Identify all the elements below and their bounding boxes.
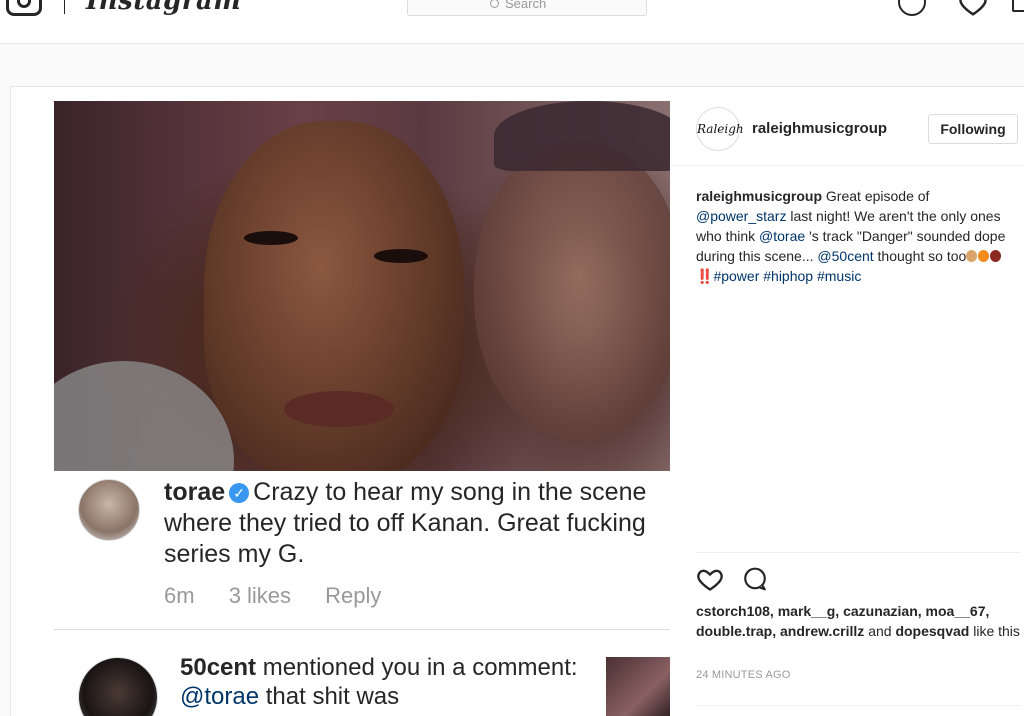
hood (54, 361, 234, 471)
mention-link[interactable]: @power_starz (696, 208, 786, 224)
comment-reply: Reply (325, 583, 382, 608)
notification-after: that shit was (265, 683, 400, 710)
liker-last[interactable]: dopesqvad (895, 623, 969, 639)
post-caption: raleighmusicgroup Great episode of @powe… (696, 186, 1020, 286)
likes-summary: cstorch108, mark__g, cazunazian, moa__67… (696, 601, 1020, 641)
avatar (78, 479, 140, 541)
divider (696, 705, 1020, 706)
likes-suffix: like this (973, 623, 1020, 639)
verified-badge-icon: ✓ (229, 483, 250, 503)
top-nav: Instagram Search (0, 0, 1024, 44)
foreground-person (204, 121, 464, 471)
notification-username: 50cent (180, 654, 257, 681)
comment-meta: 6m 3 likes Reply (164, 583, 409, 609)
avatar[interactable]: Raleigh (696, 107, 744, 151)
caption-username[interactable]: raleighmusicgroup (696, 188, 822, 204)
divider (54, 629, 670, 630)
screenshot-comment-area: torae ✓ Crazy to hear my song in the scene… (54, 471, 670, 716)
search-input[interactable]: Search (407, 0, 647, 16)
search-icon (490, 0, 499, 8)
bomb-emoji-icon (990, 250, 1002, 262)
notification-thumbnail (606, 657, 670, 716)
avatar (78, 657, 158, 716)
hashtag-link[interactable]: #music (817, 268, 861, 284)
comment-text: torae ✓ Crazy to hear my song in the scene… (164, 477, 664, 570)
comment-icon[interactable] (742, 566, 768, 597)
like-heart-icon[interactable] (696, 566, 724, 597)
photo-scene (54, 101, 670, 471)
explore-compass-icon[interactable] (898, 0, 926, 16)
post-header: Raleigh raleighmusicgroup Following (670, 100, 1024, 160)
instagram-wordmark[interactable]: Instagram (86, 0, 241, 16)
caption-text: thought so too (877, 248, 967, 264)
background-cap (494, 101, 670, 171)
divider (670, 165, 1024, 166)
notification-mention: @torae (180, 683, 260, 710)
hashtag-link[interactable]: #hiphop (763, 268, 813, 284)
likes-and: and (868, 623, 892, 639)
ok-hand-emoji-icon (966, 250, 978, 262)
comment-username: torae (164, 478, 226, 506)
mention-link[interactable]: @torae (759, 228, 805, 244)
caption-text: Great episode of (825, 188, 930, 204)
post-username[interactable]: raleighmusicgroup (752, 120, 887, 137)
post-image[interactable]: torae ✓ Crazy to hear my song in the scene… (54, 101, 670, 716)
brand-logo-text: Raleigh (697, 122, 744, 136)
instagram-camera-icon[interactable] (6, 0, 42, 16)
activity-heart-icon[interactable] (958, 0, 988, 23)
notification-text: 50cent mentioned you in a comment: @tora… (180, 653, 600, 711)
divider (696, 552, 1020, 553)
profile-icon[interactable] (1012, 0, 1024, 12)
search-placeholder: Search (505, 0, 547, 11)
mention-link[interactable]: @50cent (817, 248, 873, 264)
following-button[interactable]: Following (928, 114, 1018, 144)
double-exclamation: ‼️ (696, 268, 714, 284)
hashtag-link[interactable]: #power (713, 268, 759, 284)
comment-likes: 3 likes (228, 583, 292, 608)
background-person (474, 141, 670, 441)
comment-time: 6m (164, 583, 195, 608)
nav-divider (64, 0, 65, 14)
notification-before: mentioned you in a comment: (262, 654, 578, 681)
post-timestamp: 24 MINUTES AGO (696, 669, 791, 681)
fire-emoji-icon (978, 250, 990, 262)
